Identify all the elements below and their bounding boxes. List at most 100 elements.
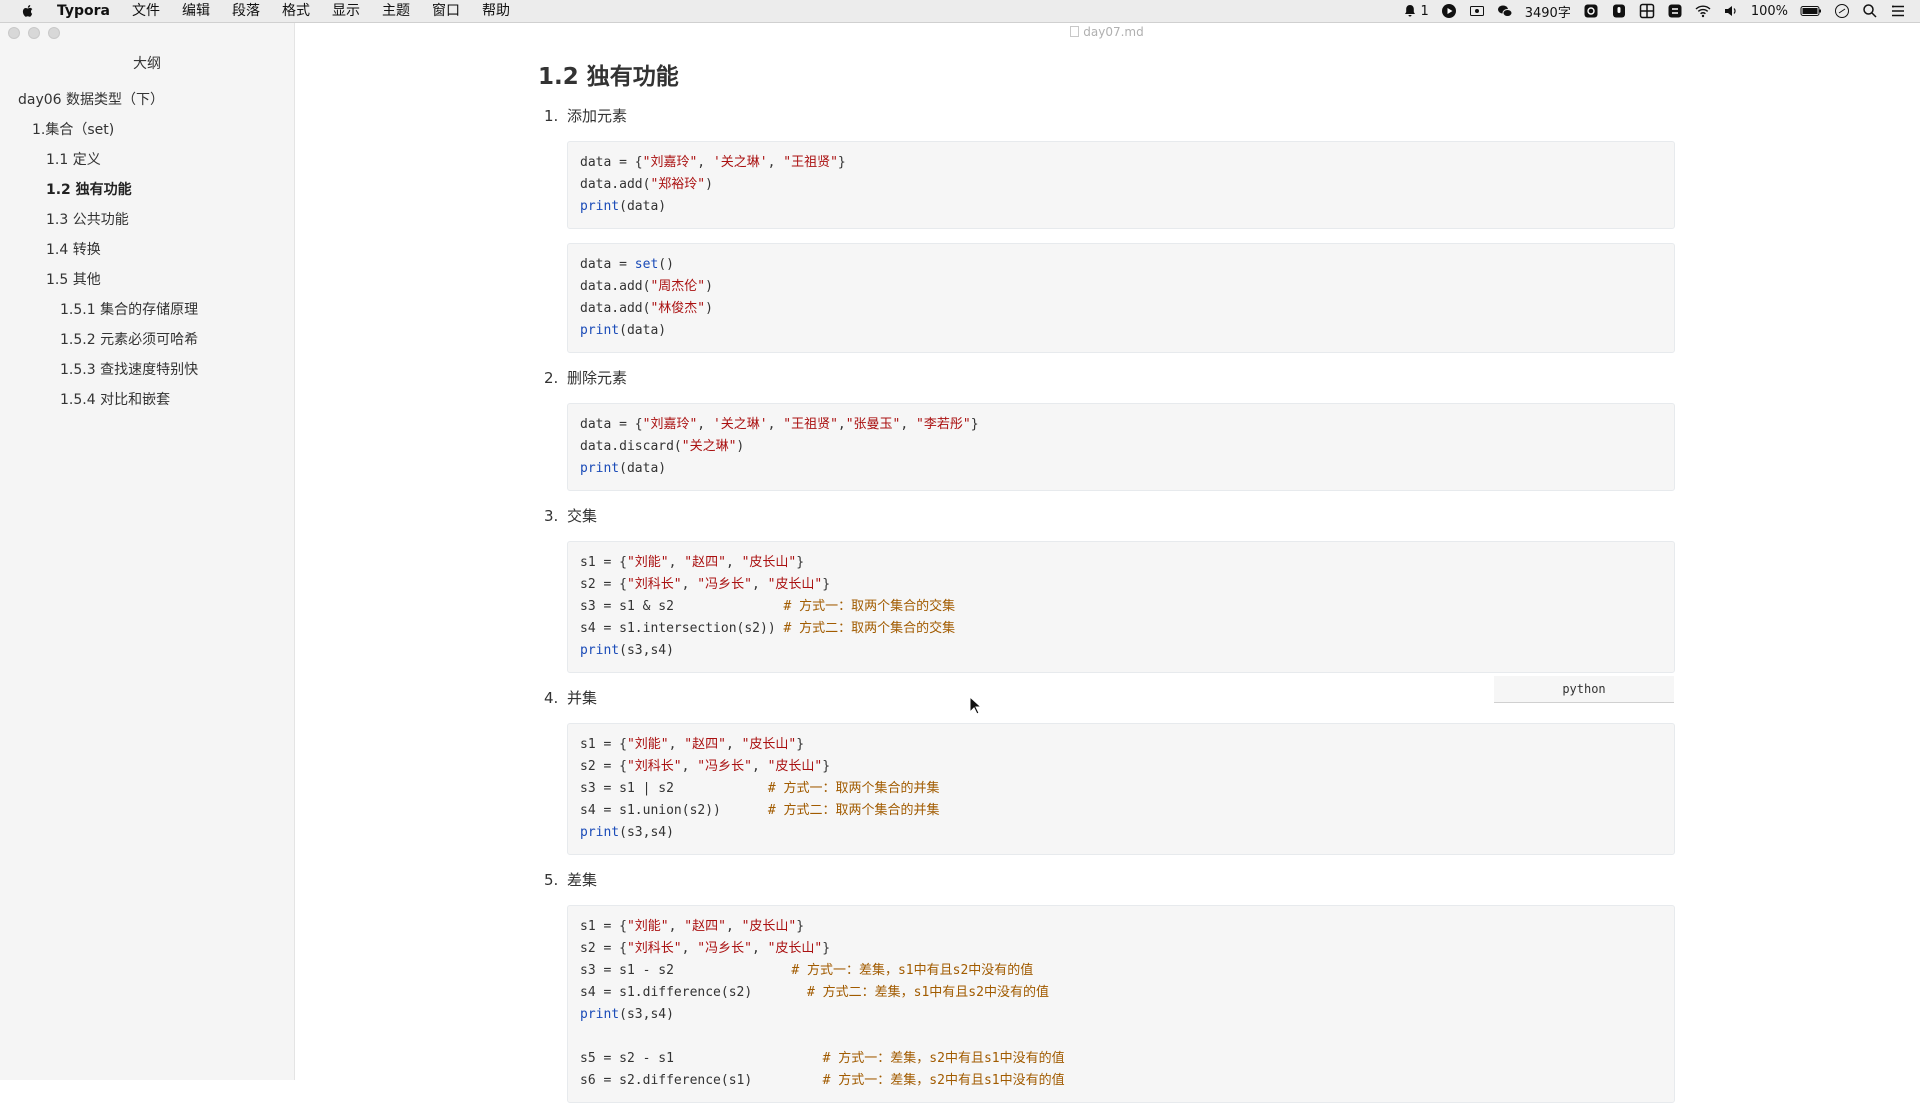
outline-sidebar: 大纲 day06 数据类型（下） 1.集合（set) 1.1 定义 1.2 独有功能 1…	[0, 23, 295, 1080]
window-controls	[8, 27, 60, 39]
code-token: ,	[725, 919, 742, 934]
editor-content[interactable]: 1.2 独有功能 1. 添加元素 data = {"刘嘉玲", '关之琳', "王祖…	[538, 59, 1678, 1113]
outline-item[interactable]: 1.5.3 查找速度特别快	[0, 355, 294, 385]
volume-icon[interactable]	[1723, 3, 1739, 19]
code-token: s1 = {	[580, 555, 627, 570]
list-item-title[interactable]: 4. 并集	[538, 683, 1678, 713]
code-block[interactable]: s1 = {"刘能", "赵四", "皮长山"} s2 = {"刘科长", "冯乡…	[567, 541, 1675, 703]
outline-item[interactable]: 1.3 公共功能	[0, 205, 294, 235]
battery-icon[interactable]	[1800, 3, 1822, 19]
zoom-window-button[interactable]	[48, 27, 60, 39]
code-token: s6 = s2.difference(s1)	[580, 1073, 823, 1088]
close-window-button[interactable]	[8, 27, 20, 39]
menu-item[interactable]: 窗口	[421, 0, 471, 22]
outline-item[interactable]: 1.集合（set)	[0, 115, 294, 145]
section-heading[interactable]: 1.2 独有功能	[538, 59, 1678, 95]
list-item-title[interactable]: 3. 交集	[538, 501, 1678, 531]
typora-app-icon[interactable]	[1583, 3, 1599, 19]
code-token: data = {	[580, 155, 643, 170]
control-center-icon[interactable]	[1890, 3, 1906, 19]
code-token: s1 = {	[580, 919, 627, 934]
wechat-icon[interactable]	[1497, 3, 1513, 19]
code-token: "赵四"	[684, 555, 726, 570]
code-token: # 方式一：取两个集合的并集	[767, 781, 940, 796]
menu-item[interactable]: 显示	[321, 0, 371, 22]
code-token: data.add(	[580, 177, 651, 192]
word-count[interactable]: 3490字	[1525, 2, 1571, 21]
list-item: 5. 差集 s1 = {"刘能", "赵四", "皮长山"} s2 = {"刘科长",…	[538, 865, 1678, 1103]
code-block[interactable]: data = {"刘嘉玲", '关之琳', "王祖贤","张曼玉", "李若彤"…	[567, 403, 1675, 491]
list-item-title[interactable]: 2. 删除元素	[538, 363, 1678, 393]
code-token: s5 = s2 - s1	[580, 1051, 823, 1066]
outline-item[interactable]: 1.4 转换	[0, 235, 294, 265]
menu-app-name[interactable]: Typora	[46, 0, 121, 22]
code-token: print	[580, 323, 620, 338]
list-item-text: 并集	[567, 689, 598, 707]
code-token: (s3,s4)	[619, 825, 674, 840]
code-token: "皮长山"	[741, 737, 797, 752]
list-number: 3.	[544, 507, 559, 525]
outline-item[interactable]: 1.1 定义	[0, 145, 294, 175]
code-token: (data)	[619, 199, 667, 214]
code-block[interactable]: data = {"刘嘉玲", '关之琳', "王祖贤"} data.add("郑裕…	[567, 141, 1675, 229]
list-item-title[interactable]: 1. 添加元素	[538, 101, 1678, 131]
outline-item[interactable]: day06 数据类型（下）	[0, 85, 294, 115]
code-token: s1 = {	[580, 737, 627, 752]
code-token: "周杰伦"	[650, 279, 706, 294]
document-title: day07.md	[294, 25, 1920, 39]
menu-item[interactable]: 文件	[121, 0, 171, 22]
code-token: print	[580, 199, 620, 214]
microphone-icon[interactable]	[1611, 3, 1627, 19]
code-token: # 方式二：取两个集合的并集	[767, 803, 940, 818]
outline-item[interactable]: 1.5.1 集合的存储原理	[0, 295, 294, 325]
code-token: }	[837, 155, 846, 170]
grid-app-icon[interactable]	[1639, 3, 1655, 19]
code-line: s4 = s1.union(s2)) # 方式二：取两个集合的并集	[580, 800, 1662, 822]
code-token: "张曼玉"	[845, 417, 901, 432]
code-line: data = {"刘嘉玲", '关之琳', "王祖贤"}	[580, 152, 1662, 174]
code-token: s4 = s1.union(s2))	[580, 803, 768, 818]
outline-item[interactable]: 1.5.2 元素必须可哈希	[0, 325, 294, 355]
code-token: "皮长山"	[741, 555, 797, 570]
menu-item[interactable]: 主题	[371, 0, 421, 22]
outline-item[interactable]: 1.5.4 对比和嵌套	[0, 385, 294, 415]
menu-item[interactable]: 格式	[271, 0, 321, 22]
code-token: ,	[751, 759, 768, 774]
code-line: data = {"刘嘉玲", '关之琳', "王祖贤","张曼玉", "李若彤"…	[580, 414, 1662, 436]
code-block[interactable]: data = set() data.add("周杰伦") data.add("林俊杰…	[567, 243, 1675, 353]
notification-bell-icon[interactable]	[1402, 3, 1418, 19]
list-item: 3. 交集 s1 = {"刘能", "赵四", "皮长山"} s2 = {"刘科长",…	[538, 501, 1678, 703]
code-block[interactable]: s1 = {"刘能", "赵四", "皮长山"} s2 = {"刘科长", "冯乡…	[567, 723, 1675, 855]
code-token: "皮长山"	[767, 577, 823, 592]
code-token: "刘能"	[626, 555, 669, 570]
menu-item[interactable]: 段落	[221, 0, 271, 22]
screen-record-icon[interactable]	[1469, 3, 1485, 19]
play-circle-icon[interactable]	[1441, 3, 1457, 19]
code-line: print(data)	[580, 320, 1662, 342]
list-item-title[interactable]: 5. 差集	[538, 865, 1678, 895]
menu-item[interactable]: 帮助	[471, 0, 521, 22]
outline-item[interactable]: 1.2 独有功能	[0, 175, 294, 205]
typora-window: 大纲 day06 数据类型（下） 1.集合（set) 1.1 定义 1.2 独有功能 1…	[0, 23, 1920, 1103]
search-icon[interactable]	[1862, 3, 1878, 19]
apple-logo-icon[interactable]	[20, 3, 36, 19]
clock-icon[interactable]	[1834, 3, 1850, 19]
code-block[interactable]: s1 = {"刘能", "赵四", "皮长山"} s2 = {"刘科长", "冯乡…	[567, 905, 1675, 1103]
code-token: "林俊杰"	[650, 301, 706, 316]
document-file-icon	[1070, 26, 1080, 37]
code-line: s2 = {"刘科长", "冯乡长", "皮长山"}	[580, 574, 1662, 596]
code-token: "刘科长"	[626, 577, 682, 592]
wifi-icon[interactable]	[1695, 3, 1711, 19]
code-line: s2 = {"刘科长", "冯乡长", "皮长山"}	[580, 756, 1662, 778]
code-token: # 方式二：取两个集合的交集	[783, 621, 956, 636]
menu-item[interactable]: 编辑	[171, 0, 221, 22]
sync-app-icon[interactable]	[1667, 3, 1683, 19]
minimize-window-button[interactable]	[28, 27, 40, 39]
code-line: s4 = s1.difference(s2) # 方式二：差集，s1中有且s2中…	[580, 982, 1662, 1004]
code-line: s1 = {"刘能", "赵四", "皮长山"}	[580, 552, 1662, 574]
outline-item[interactable]: 1.5 其他	[0, 265, 294, 295]
code-line: print(s3,s4)	[580, 822, 1662, 844]
code-token: }	[822, 759, 831, 774]
list-item-text: 删除元素	[567, 369, 628, 387]
code-token: "赵四"	[684, 919, 726, 934]
